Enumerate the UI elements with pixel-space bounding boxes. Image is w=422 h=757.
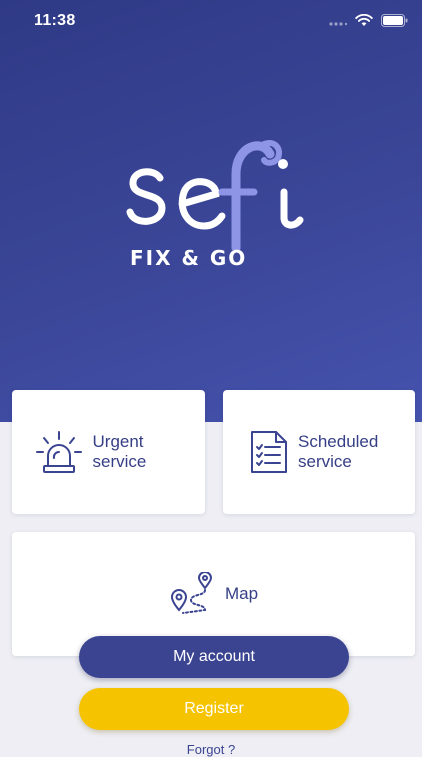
- cellular-signal-icon: [329, 21, 347, 26]
- status-bar: 11:38: [0, 0, 422, 44]
- map-label: Map: [224, 584, 259, 603]
- scheduled-service-label-line2: service: [298, 452, 352, 471]
- my-account-button[interactable]: My account: [79, 636, 349, 678]
- logo-tagline: FIX & GO: [130, 246, 248, 270]
- map-content: Map: [169, 572, 258, 616]
- urgent-service-label-line1: Urgent: [92, 432, 144, 451]
- scheduled-service-content: Scheduled service: [250, 430, 388, 474]
- map-route-icon: [170, 572, 212, 614]
- urgent-service-label: Urgent service: [93, 432, 183, 472]
- register-button[interactable]: Register: [79, 688, 349, 730]
- checklist-icon: [251, 431, 287, 473]
- status-icons: [329, 14, 408, 27]
- urgent-service-content: Urgent service: [35, 430, 183, 474]
- status-time: 11:38: [34, 12, 76, 29]
- sefi-logo-wordmark: [126, 140, 304, 250]
- scheduled-service-label: Scheduled service: [298, 432, 388, 472]
- siren-icon: [35, 431, 82, 473]
- urgent-service-card[interactable]: Urgent service: [12, 390, 205, 514]
- scheduled-service-card[interactable]: Scheduled service: [223, 390, 415, 514]
- battery-icon: [381, 14, 408, 27]
- scheduled-service-label-line1: Scheduled: [298, 432, 379, 451]
- sefi-logo: FIX & GO: [124, 130, 314, 290]
- wifi-icon: [355, 14, 373, 26]
- urgent-service-label-line2: service: [92, 452, 147, 471]
